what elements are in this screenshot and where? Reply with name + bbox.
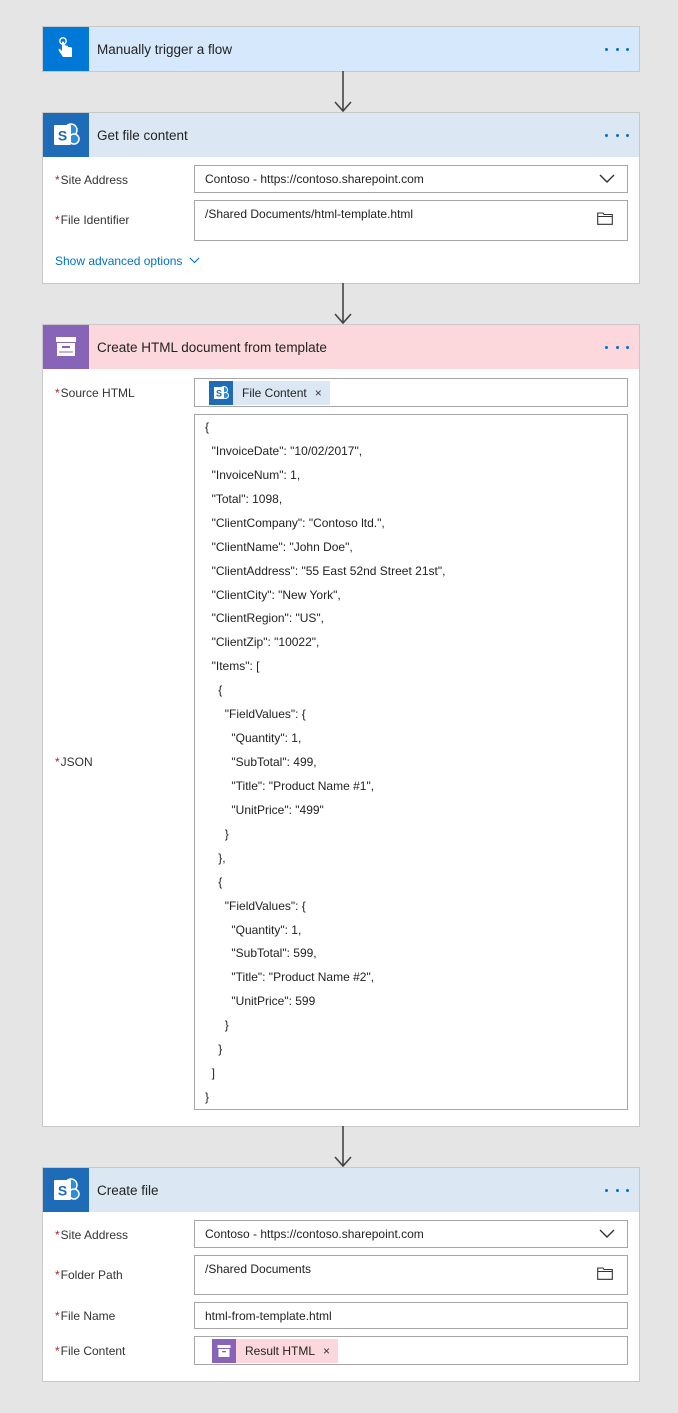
file-name-label: *File Name: [55, 1309, 116, 1323]
create-html-card-header[interactable]: Create HTML document from template: [43, 325, 639, 369]
json-line: "Quantity": 1,: [231, 731, 302, 746]
json-line: "InvoiceNum": 1,: [211, 467, 301, 482]
show-advanced-options-link[interactable]: Show advanced options: [55, 254, 200, 268]
get-file-card: S Get file content *Site Address Contoso…: [42, 112, 640, 284]
create-file-title: Create file: [97, 1182, 159, 1198]
file-identifier-value: /Shared Documents/html-template.html: [205, 207, 414, 221]
chevron-down-icon[interactable]: [599, 174, 615, 184]
json-line: "Title": "Product Name #1",: [231, 778, 375, 793]
create-file-card-header[interactable]: S Create file: [43, 1168, 639, 1212]
folder-icon[interactable]: [597, 212, 613, 225]
svg-text:S: S: [58, 128, 67, 144]
json-line: },: [218, 850, 226, 865]
json-line: }: [224, 1018, 229, 1033]
trigger-card: Manually trigger a flow: [42, 26, 640, 72]
hand-tap-icon: [43, 27, 89, 71]
file-content-token-label: File Content: [242, 386, 307, 400]
folder-path-field[interactable]: /Shared Documents: [194, 1255, 628, 1295]
json-line: "Title": "Product Name #2",: [231, 970, 375, 985]
file-identifier-field[interactable]: /Shared Documents/html-template.html: [194, 200, 628, 241]
json-line: ]: [211, 1066, 215, 1081]
trigger-title: Manually trigger a flow: [97, 41, 233, 57]
source-html-field[interactable]: S File Content ×: [194, 378, 628, 407]
site-address-label: *Site Address: [55, 173, 129, 187]
json-line: }: [218, 1042, 223, 1057]
json-line: "UnitPrice": "499": [231, 802, 324, 817]
json-line: "Items": [: [211, 659, 260, 674]
arrow-down-icon: [334, 71, 352, 113]
json-line: "FieldValues": {: [224, 707, 306, 722]
json-line: "SubTotal": 499,: [231, 755, 317, 770]
json-line: "FieldValues": {: [224, 898, 306, 913]
file-identifier-label: *File Identifier: [55, 213, 130, 227]
chevron-down-icon[interactable]: [599, 1229, 615, 1239]
json-line: "ClientRegion": "US",: [211, 611, 325, 626]
more-dots-icon[interactable]: [605, 126, 629, 144]
archive-box-icon: [43, 325, 89, 369]
json-line: "UnitPrice": 599: [231, 994, 316, 1009]
json-line: "InvoiceDate": "10/02/2017",: [211, 443, 363, 458]
folder-path-value: /Shared Documents: [205, 1262, 312, 1276]
get-file-card-header[interactable]: S Get file content: [43, 113, 639, 157]
sharepoint-icon: S: [43, 1168, 89, 1212]
json-line: {: [218, 683, 223, 698]
source-html-label: *Source HTML: [55, 386, 135, 400]
trigger-card-header[interactable]: Manually trigger a flow: [43, 27, 639, 71]
site-address-label: *Site Address: [55, 1228, 129, 1242]
sharepoint-icon: S: [209, 381, 233, 405]
create-html-card: Create HTML document from template *Sour…: [42, 324, 640, 1127]
json-line: }: [205, 1090, 210, 1105]
svg-text:S: S: [58, 1183, 67, 1199]
json-line: "ClientName": "John Doe",: [211, 539, 353, 554]
remove-x-icon[interactable]: ×: [315, 386, 322, 400]
json-line: "ClientCompany": "Contoso ltd.",: [211, 515, 385, 530]
json-textarea[interactable]: {"InvoiceDate": "10/02/2017", "InvoiceNum…: [194, 414, 628, 1110]
file-content-field[interactable]: Result HTML ×: [194, 1336, 628, 1365]
site-address-value: Contoso - https://contoso.sharepoint.com: [205, 1227, 424, 1241]
site-address-select[interactable]: Contoso - https://contoso.sharepoint.com: [194, 165, 628, 193]
json-label: *JSON: [55, 755, 93, 769]
folder-icon[interactable]: [597, 1267, 613, 1280]
json-line: "ClientZip": "10022",: [211, 635, 320, 650]
remove-x-icon[interactable]: ×: [323, 1344, 330, 1358]
more-dots-icon[interactable]: [605, 1181, 629, 1199]
more-dots-icon[interactable]: [605, 40, 629, 58]
file-name-input[interactable]: html-from-template.html: [194, 1302, 628, 1329]
file-content-token[interactable]: S File Content ×: [209, 381, 330, 405]
chevron-down-icon: [189, 257, 200, 264]
create-html-title: Create HTML document from template: [97, 339, 327, 355]
sharepoint-icon: S: [43, 113, 89, 157]
json-line: "ClientAddress": "55 East 52nd Street 21…: [211, 563, 446, 578]
json-line: "Quantity": 1,: [231, 922, 302, 937]
json-line: {: [205, 420, 210, 434]
result-html-token-label: Result HTML: [245, 1344, 316, 1358]
create-file-card: S Create file *Site Address Contoso - ht…: [42, 1167, 640, 1382]
file-content-label: *File Content: [55, 1344, 126, 1358]
archive-box-icon: [212, 1339, 236, 1363]
site-address-select[interactable]: Contoso - https://contoso.sharepoint.com: [194, 1220, 628, 1248]
more-dots-icon[interactable]: [605, 338, 629, 356]
json-line: "ClientCity": "New York",: [211, 587, 341, 602]
folder-path-label: *Folder Path: [55, 1268, 123, 1282]
arrow-down-icon: [334, 1126, 352, 1168]
result-html-token[interactable]: Result HTML ×: [212, 1339, 339, 1363]
json-line: {: [218, 874, 223, 889]
file-name-value: html-from-template.html: [205, 1309, 332, 1323]
json-line: "SubTotal": 599,: [231, 946, 317, 961]
site-address-value: Contoso - https://contoso.sharepoint.com: [205, 172, 424, 186]
json-line: }: [224, 826, 229, 841]
get-file-title: Get file content: [97, 127, 188, 143]
arrow-down-icon: [334, 283, 352, 325]
svg-text:S: S: [216, 389, 222, 399]
json-line: "Total": 1098,: [211, 491, 283, 506]
